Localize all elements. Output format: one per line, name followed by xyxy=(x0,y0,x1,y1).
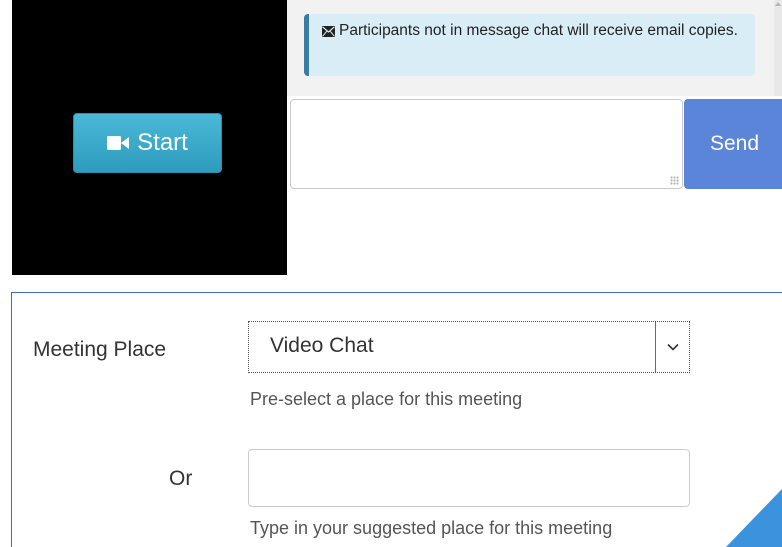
video-camera-icon xyxy=(107,136,130,150)
meeting-place-help: Pre-select a place for this meeting xyxy=(250,389,523,409)
notice-text: Participants not in message chat will re… xyxy=(339,22,738,39)
chat-scrollbar[interactable] xyxy=(774,0,782,96)
envelope-icon xyxy=(322,22,339,39)
chat-message-input[interactable] xyxy=(290,99,683,189)
meeting-place-selected: Video Chat xyxy=(270,334,374,357)
meeting-place-select[interactable]: Video Chat xyxy=(248,321,690,373)
scroll-up-arrow-icon[interactable] xyxy=(775,2,781,6)
meeting-place-form: Meeting Place Video Chat Pre-select a pl… xyxy=(11,292,782,547)
meeting-place-label: Meeting Place xyxy=(33,338,167,361)
start-button-label: Start xyxy=(137,129,188,156)
suggested-place-input[interactable] xyxy=(248,449,690,507)
chat-message-area: Participants not in message chat will re… xyxy=(287,0,782,96)
video-pane: Start xyxy=(12,0,287,275)
corner-accent-triangle xyxy=(726,489,782,547)
send-button[interactable]: Send xyxy=(684,99,782,189)
chevron-down-icon[interactable] xyxy=(655,322,689,372)
email-copy-notice: Participants not in message chat will re… xyxy=(304,14,755,76)
resize-grip-icon[interactable] xyxy=(670,176,679,185)
start-video-button[interactable]: Start xyxy=(73,113,222,173)
suggested-place-help: Type in your suggested place for this me… xyxy=(250,518,613,538)
or-label: Or xyxy=(169,467,193,490)
